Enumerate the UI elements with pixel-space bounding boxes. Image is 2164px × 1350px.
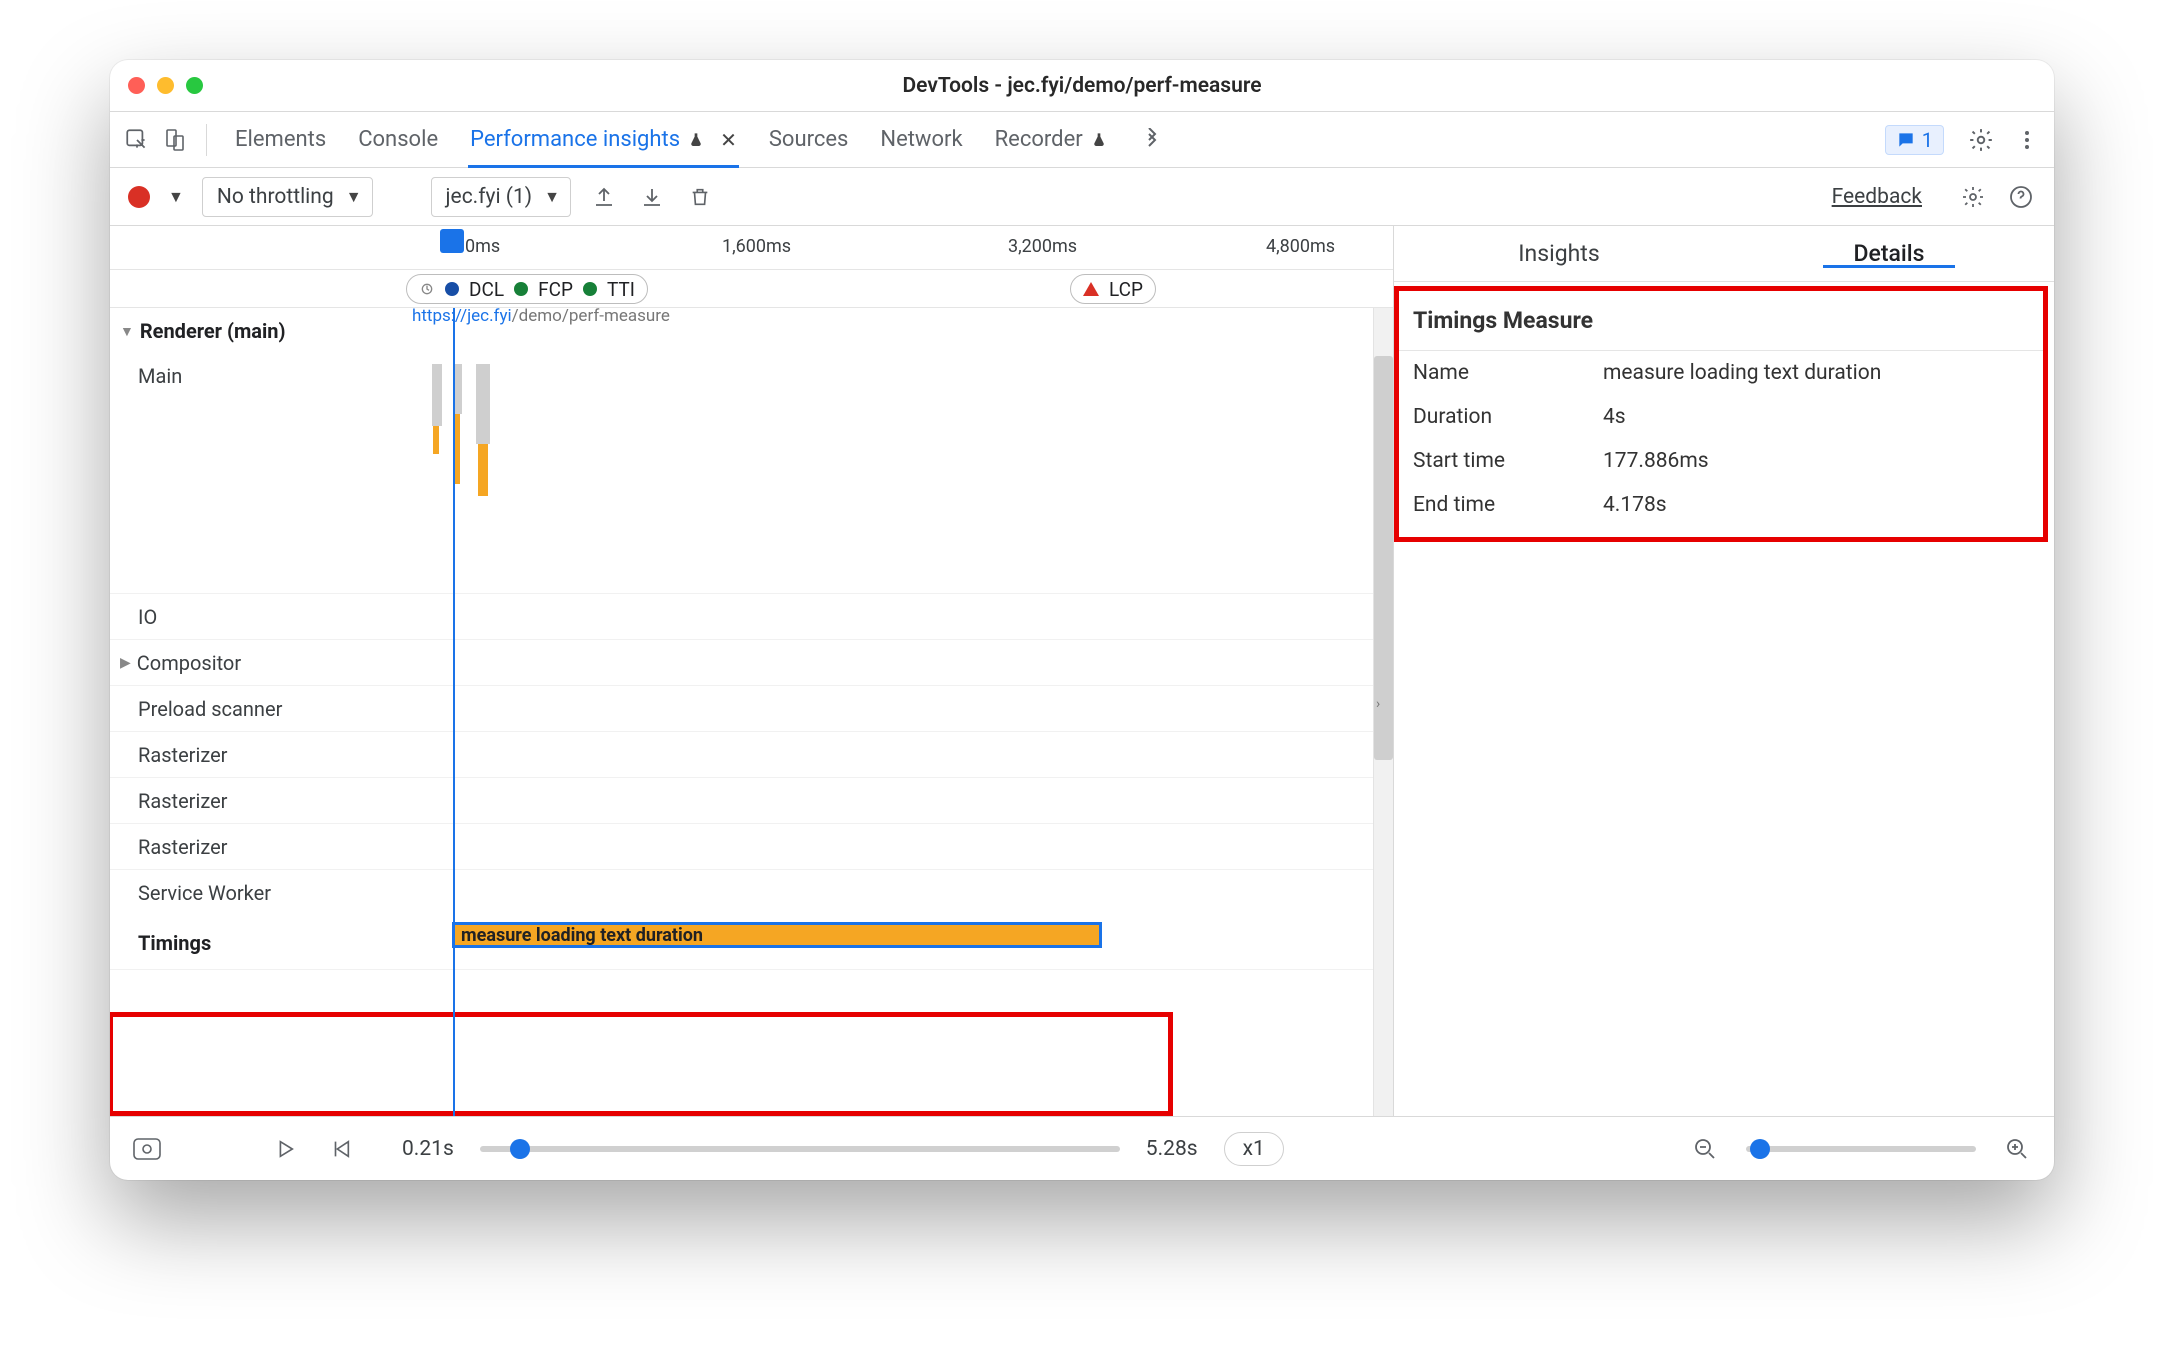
- tab-recorder[interactable]: Recorder: [981, 112, 1121, 167]
- chevron-right-icon[interactable]: ▶: [120, 655, 131, 671]
- import-icon[interactable]: [637, 182, 667, 212]
- detail-row: Start time177.886ms: [1399, 439, 2043, 483]
- help-icon[interactable]: [2006, 182, 2036, 212]
- record-menu-caret[interactable]: ▼: [168, 187, 184, 207]
- tab-elements[interactable]: Elements: [221, 112, 340, 167]
- warning-icon: [1083, 282, 1099, 296]
- timeline-tracks: https://jec.fyi/demo/perf-measure ▼Rende…: [110, 308, 1393, 1116]
- tab-console[interactable]: Console: [344, 112, 452, 167]
- window-zoom-dot[interactable]: [186, 77, 203, 94]
- page-select[interactable]: jec.fyi (1)▼: [431, 177, 571, 217]
- track-renderer[interactable]: ▼Renderer (main): [110, 308, 1393, 354]
- annotation-box: [110, 1012, 1173, 1116]
- experiment-icon: [1091, 131, 1107, 149]
- track-preload[interactable]: Preload scanner: [110, 686, 1393, 732]
- titlebar: DevTools - jec.fyi/demo/perf-measure: [110, 60, 2054, 112]
- device-toolbar-icon[interactable]: [158, 123, 192, 157]
- delete-icon[interactable]: [685, 182, 715, 212]
- tab-insights[interactable]: Insights: [1394, 240, 1724, 267]
- detail-row: Namemeasure loading text duration: [1399, 351, 2043, 395]
- kebab-menu-icon[interactable]: [2010, 123, 2044, 157]
- zoom-in-icon[interactable]: [2002, 1134, 2032, 1164]
- zoom-out-icon[interactable]: [1690, 1134, 1720, 1164]
- feedback-link[interactable]: Feedback: [1832, 185, 1922, 209]
- track-timings[interactable]: Timings measure loading text duration: [110, 916, 1393, 970]
- playback-speed[interactable]: x1: [1224, 1132, 1284, 1166]
- window-title: DevTools - jec.fyi/demo/perf-measure: [110, 74, 2054, 98]
- toggle-visibility-icon[interactable]: [132, 1134, 162, 1164]
- tab-details[interactable]: Details: [1724, 240, 2054, 267]
- track-service-worker[interactable]: Service Worker: [110, 870, 1393, 916]
- playback-slider[interactable]: [480, 1146, 1120, 1152]
- playback-end-time: 5.28s: [1146, 1137, 1198, 1161]
- track-rasterizer[interactable]: Rasterizer: [110, 778, 1393, 824]
- playback-start-time: 0.21s: [402, 1137, 454, 1161]
- ruler-tick: 1,600ms: [722, 236, 791, 257]
- export-icon[interactable]: [589, 182, 619, 212]
- tab-network[interactable]: Network: [866, 112, 976, 167]
- inspect-icon[interactable]: [120, 123, 154, 157]
- more-tabs-icon[interactable]: [1135, 123, 1169, 157]
- perf-toolbar: ▼ No throttling▼ jec.fyi (1)▼ Feedback: [110, 168, 2054, 226]
- side-panel: Insights Details Timings Measure Namemea…: [1394, 226, 2054, 1116]
- panel-settings-icon[interactable]: [1958, 182, 1988, 212]
- marker-lcp[interactable]: LCP: [1070, 274, 1156, 304]
- ruler-tick: 3,200ms: [1008, 236, 1077, 257]
- annotation-box: Timings Measure Namemeasure loading text…: [1394, 286, 2048, 542]
- markers-pill[interactable]: DCL FCP TTI: [406, 274, 648, 304]
- ruler-tick: 4,800ms: [1266, 236, 1335, 257]
- timeline-markers: DCL FCP TTI LCP: [110, 270, 1393, 308]
- timeline-ruler[interactable]: 0ms 1,600ms 3,200ms 4,800ms: [110, 226, 1393, 270]
- close-tab-icon[interactable]: ✕: [720, 128, 737, 152]
- ruler-handle[interactable]: [440, 229, 464, 253]
- track-compositor[interactable]: ▶Compositor: [110, 640, 1393, 686]
- issues-count: 1: [1922, 128, 1933, 152]
- play-icon[interactable]: [270, 1134, 300, 1164]
- window-minimize-dot[interactable]: [157, 77, 174, 94]
- track-main[interactable]: Main: [110, 354, 1393, 594]
- track-io[interactable]: IO: [110, 594, 1393, 640]
- settings-icon[interactable]: [1964, 123, 1998, 157]
- detail-row: End time4.178s: [1399, 483, 2043, 537]
- devtools-tabstrip: Elements Console Performance insights ✕ …: [110, 112, 2054, 168]
- tab-performance-insights[interactable]: Performance insights ✕: [456, 112, 751, 167]
- details-section-title: Timings Measure: [1399, 291, 2043, 351]
- issues-badge[interactable]: 1: [1885, 125, 1944, 155]
- ruler-tick: 0ms: [465, 236, 500, 257]
- zoom-slider[interactable]: [1746, 1146, 1976, 1152]
- window-close-dot[interactable]: [128, 77, 145, 94]
- chevron-down-icon[interactable]: ▼: [120, 323, 134, 340]
- skip-back-icon[interactable]: [326, 1134, 356, 1164]
- minimap-scrollbar[interactable]: ›: [1373, 308, 1393, 1116]
- record-button[interactable]: [128, 186, 150, 208]
- detail-row: Duration4s: [1399, 395, 2043, 439]
- playback-bar: 0.21s 5.28s x1: [110, 1116, 2054, 1180]
- tab-sources[interactable]: Sources: [755, 112, 863, 167]
- track-rasterizer[interactable]: Rasterizer: [110, 732, 1393, 778]
- experiment-icon: [688, 131, 704, 149]
- track-rasterizer[interactable]: Rasterizer: [110, 824, 1393, 870]
- throttling-select[interactable]: No throttling▼: [202, 177, 373, 217]
- playhead-line[interactable]: [453, 308, 455, 1116]
- timings-measure-bar[interactable]: measure loading text duration: [452, 922, 1102, 948]
